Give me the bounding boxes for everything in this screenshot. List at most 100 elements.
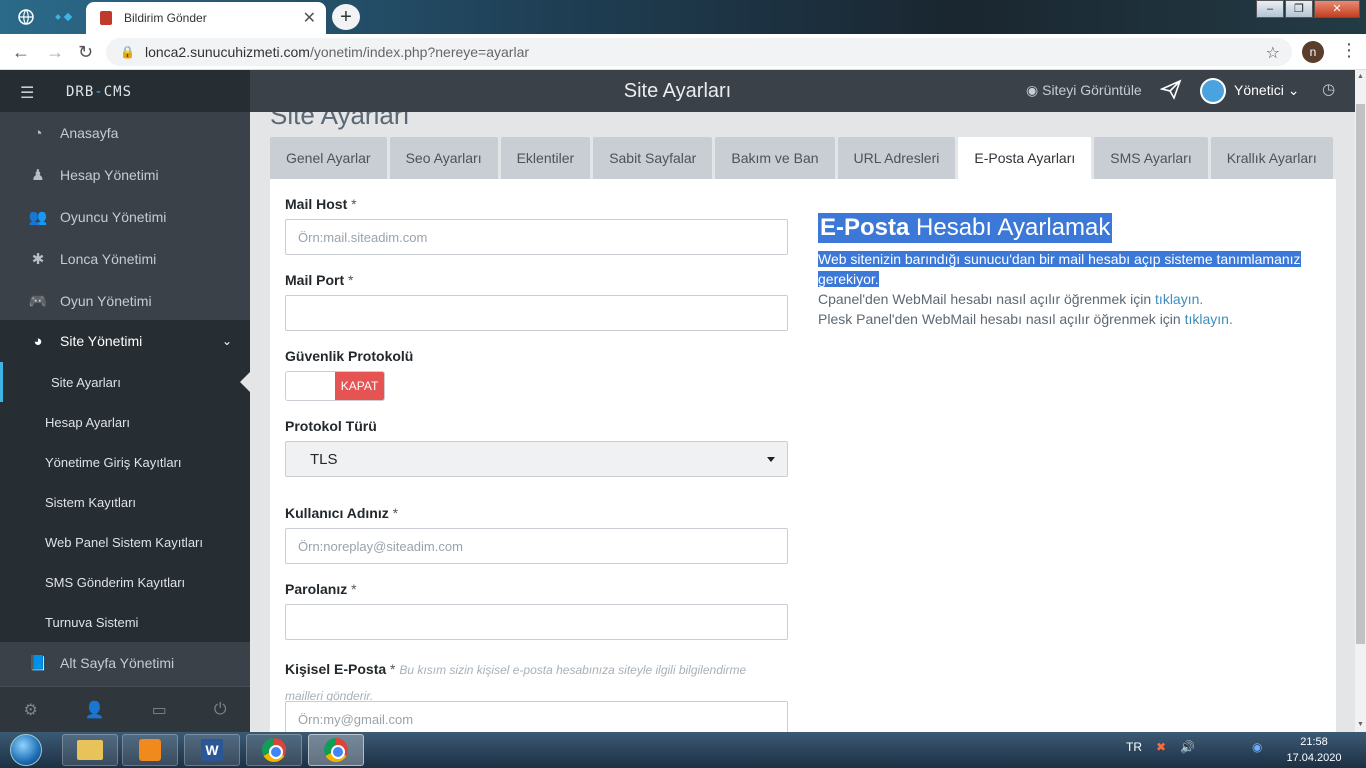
sidebar-item-oyuncu[interactable]: 👥 Oyuncu Yönetimi <box>0 196 250 238</box>
pinned-tab-icon[interactable] <box>48 4 80 30</box>
sidebar-item-lonca[interactable]: ✱ Lonca Yönetimi <box>0 238 250 280</box>
sidebar-item-alt-sayfa[interactable]: 📘 Alt Sayfa Yönetimi <box>0 642 250 684</box>
url-host: lonca2.sunucuhizmeti.com <box>144 44 310 60</box>
url-bar[interactable]: 🔒 lonca2.sunucuhizmeti.com/yonetim/index… <box>106 38 1292 66</box>
windows-logo-icon <box>10 734 42 766</box>
tray-app-icon[interactable]: ◉ <box>1252 740 1262 754</box>
tab-seo[interactable]: Seo Ayarları <box>389 137 498 179</box>
plesk-text: Plesk Panel'den WebMail hesabı nasıl açı… <box>818 311 1181 327</box>
browser-tabbar: Bildirim Gönder ✕ + – ❐ ✕ <box>0 0 1366 34</box>
protocol-type-select[interactable]: TLS <box>285 441 788 477</box>
browser-menu-icon[interactable]: ⋮ <box>1340 40 1358 61</box>
submenu-sms-kayitlari[interactable]: SMS Gönderim Kayıtları <box>0 562 250 602</box>
submenu-web-panel-kayitlari[interactable]: Web Panel Sistem Kayıtları <box>0 522 250 562</box>
user-avatar[interactable] <box>1200 78 1226 104</box>
profile-avatar[interactable]: n <box>1302 41 1324 63</box>
gear-icon[interactable]: ⚙ <box>23 700 37 720</box>
word-icon: W <box>201 739 223 761</box>
user-menu[interactable]: Yönetici ⌄ <box>1234 82 1299 99</box>
user-icon[interactable]: 👤 <box>85 700 105 720</box>
sidebar-item-oyun[interactable]: 🎮 Oyun Yönetimi <box>0 280 250 322</box>
chevron-down-icon: ⌄ <box>221 334 232 348</box>
new-tab-button[interactable]: + <box>332 4 360 30</box>
asterisk-icon: ✱ <box>31 251 45 268</box>
sidebar-item-anasayfa[interactable]: ◔ Anasayfa <box>0 112 250 154</box>
cpanel-text: Cpanel'den WebMail hesabı nasıl açılır ö… <box>818 291 1152 307</box>
required-mark: * <box>351 581 357 597</box>
maximize-button[interactable]: ❐ <box>1285 0 1313 18</box>
submenu-giris-kayitlari[interactable]: Yönetime Giriş Kayıtları <box>0 442 250 482</box>
sidebar-item-site[interactable]: ◕ Site Yönetimi ⌄ <box>0 320 250 362</box>
sidebar-item-label: Lonca Yönetimi <box>60 251 157 267</box>
scroll-up-icon[interactable]: ▲ <box>1355 70 1366 84</box>
tab-sabit-sayfalar[interactable]: Sabit Sayfalar <box>593 137 713 179</box>
label-text: Kullanıcı Adınız <box>285 505 389 521</box>
minimize-button[interactable]: – <box>1256 0 1284 18</box>
volume-icon[interactable]: 🔊 <box>1180 740 1195 754</box>
forward-arrow-icon[interactable]: → <box>46 42 64 63</box>
mail-host-input[interactable]: Örn:mail.siteadim.com <box>285 219 788 255</box>
close-icon[interactable]: ✕ <box>303 8 316 28</box>
tab-eklentiler[interactable]: Eklentiler <box>500 137 591 179</box>
personal-email-input[interactable]: Örn:my@gmail.com <box>285 701 788 732</box>
reload-icon[interactable]: ↻ <box>78 42 93 63</box>
submenu-turnuva[interactable]: Turnuva Sistemi <box>0 602 250 642</box>
submenu-hesap-ayarlari[interactable]: Hesap Ayarları <box>0 402 250 442</box>
scrollbar-thumb[interactable] <box>1356 104 1365 644</box>
sidebar-brand-bar: ☰ DRB-CMS <box>0 70 250 112</box>
brand-sep: - <box>94 84 104 100</box>
media-player-icon <box>139 739 161 761</box>
taskbar-word[interactable]: W <box>184 734 240 766</box>
monitor-icon[interactable]: ▭ <box>152 700 167 720</box>
taskbar-media[interactable] <box>122 734 178 766</box>
tab-url[interactable]: URL Adresleri <box>837 137 956 179</box>
taskbar-chrome-pinned[interactable] <box>246 734 302 766</box>
mail-host-label: Mail Host * <box>285 196 357 212</box>
cpanel-link[interactable]: tıklayın. <box>1155 291 1203 307</box>
bookmark-star-icon[interactable]: ☆ <box>1266 43 1280 63</box>
settings-tabs: Genel Ayarlar Seo Ayarları Eklentiler Sa… <box>270 137 1336 179</box>
back-arrow-icon[interactable]: ← <box>12 42 30 63</box>
info-title: E-Posta Hesabı Ayarlamak <box>818 213 1113 243</box>
plesk-link[interactable]: tıklayın. <box>1185 311 1233 327</box>
globe-icon[interactable] <box>10 4 42 30</box>
browser-tab-active[interactable]: Bildirim Gönder ✕ <box>86 2 326 34</box>
lock-icon: 🔒 <box>120 45 135 59</box>
taskbar-chrome-running[interactable] <box>308 734 364 766</box>
network-warning-icon[interactable]: ✖ <box>1156 740 1166 754</box>
brand-logo[interactable]: DRB-CMS <box>66 84 132 100</box>
close-window-button[interactable]: ✕ <box>1314 0 1360 18</box>
chrome-icon <box>324 738 348 762</box>
tab-sms[interactable]: SMS Ayarları <box>1094 137 1208 179</box>
dashboard-icon: ◔ <box>33 124 43 142</box>
paper-plane-icon[interactable] <box>1159 78 1182 106</box>
user-icon: ♟ <box>31 167 45 184</box>
password-label: Parolanız * <box>285 581 357 597</box>
gamepad-icon: 🎮 <box>28 293 48 310</box>
start-button[interactable] <box>4 732 48 768</box>
power-icon[interactable]: ⏻ <box>214 701 227 719</box>
clock[interactable]: 21:58 17.04.2020 <box>1286 734 1342 766</box>
label-text: Kişisel E-Posta <box>285 661 387 677</box>
password-input[interactable] <box>285 604 788 640</box>
submenu-site-ayarlari[interactable]: Site Ayarları <box>0 362 250 402</box>
tab-krallik[interactable]: Krallık Ayarları <box>1210 137 1333 179</box>
language-indicator[interactable]: TR <box>1126 740 1142 754</box>
sidebar-item-hesap[interactable]: ♟ Hesap Yönetimi <box>0 154 250 196</box>
scroll-down-icon[interactable]: ▼ <box>1355 718 1366 732</box>
required-mark: * <box>351 196 357 212</box>
username-input[interactable]: Örn:noreplay@siteadim.com <box>285 528 788 564</box>
hamburger-icon[interactable]: ☰ <box>20 83 34 103</box>
toggle-handle <box>286 372 335 400</box>
tab-eposta[interactable]: E-Posta Ayarları <box>958 137 1092 179</box>
clock-icon[interactable]: ◷ <box>1322 80 1335 98</box>
tab-bakim[interactable]: Bakım ve Ban <box>715 137 835 179</box>
security-toggle[interactable]: KAPAT <box>285 371 385 401</box>
taskbar-explorer[interactable] <box>62 734 118 766</box>
submenu-sistem-kayitlari[interactable]: Sistem Kayıtları <box>0 482 250 522</box>
tab-genel[interactable]: Genel Ayarlar <box>270 137 387 179</box>
page-title: Site Ayarları <box>270 112 410 130</box>
window-controls: – ❐ ✕ <box>1255 0 1360 18</box>
mail-port-input[interactable] <box>285 295 788 331</box>
view-site-link[interactable]: ◉ Siteyi Görüntüle <box>1026 82 1142 99</box>
